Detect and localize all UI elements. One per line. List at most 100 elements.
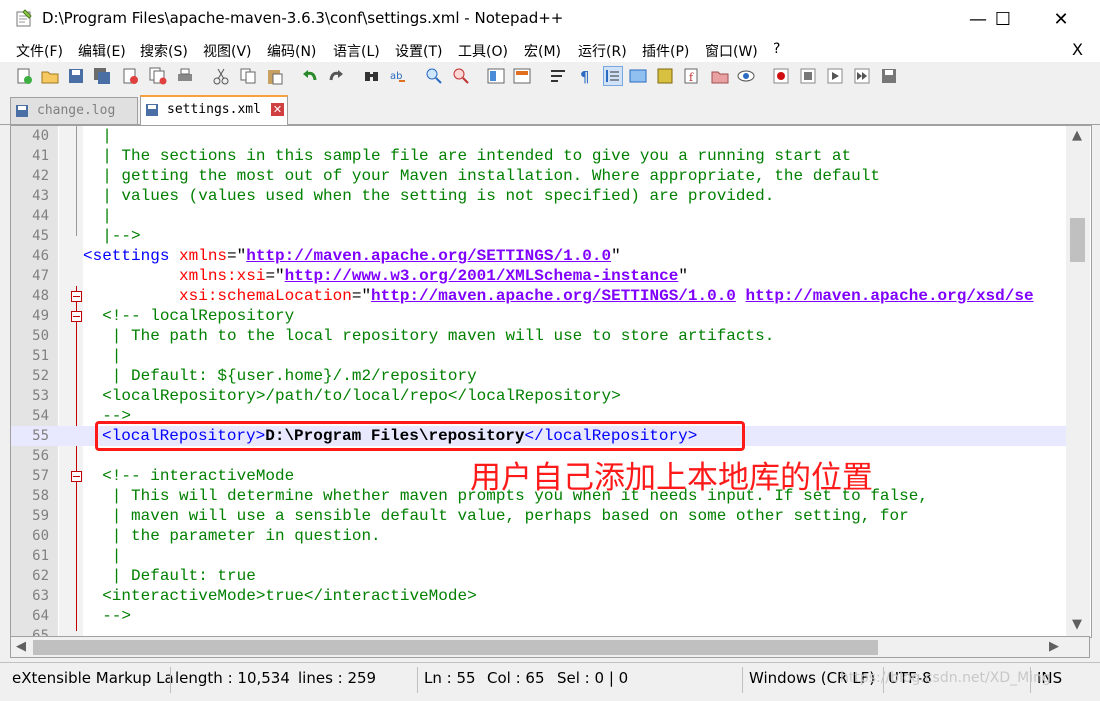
tab-label: settings.xml — [167, 102, 261, 117]
code-line: 50 | The path to the local repository ma… — [32, 327, 775, 345]
code-line: 53 <localRepository>/path/to/local/repo<… — [32, 387, 621, 405]
scrollbar-thumb[interactable] — [33, 640, 878, 655]
tab-settings-xml[interactable]: settings.xml ✕ — [140, 95, 288, 126]
scrollbar-thumb[interactable] — [1070, 218, 1085, 262]
status-length: length : 10,534 — [175, 669, 290, 687]
code-line: 40 | — [32, 127, 112, 145]
close-document-button[interactable]: X — [1072, 40, 1083, 59]
code-line: 60 | the parameter in question. — [32, 527, 381, 545]
tab-bar: change.log settings.xml ✕ — [0, 94, 1100, 126]
status-selection: Sel : 0 | 0 — [557, 669, 629, 687]
sync-horizontal-icon[interactable] — [513, 67, 531, 85]
menu-tools[interactable]: 工具(O) — [458, 41, 508, 61]
svg-text:¶: ¶ — [580, 68, 590, 85]
vertical-scrollbar[interactable]: ▲ ▼ — [1066, 126, 1090, 636]
open-file-icon[interactable] — [41, 67, 59, 85]
window-title: D:\Program Files\apache-maven-3.6.3\conf… — [42, 9, 564, 27]
code-line: 63 <interactiveMode>true</interactiveMod… — [32, 587, 477, 605]
sync-vertical-icon[interactable] — [487, 67, 505, 85]
find-icon[interactable] — [363, 67, 381, 85]
highlight-box — [95, 421, 745, 451]
scroll-up-icon[interactable]: ▲ — [1072, 128, 1082, 143]
saved-file-icon — [146, 104, 158, 116]
notepad-plus-plus-icon — [16, 9, 32, 27]
save-icon[interactable] — [67, 67, 85, 85]
undo-icon[interactable] — [301, 67, 319, 85]
status-line-number: Ln : 55 — [424, 669, 476, 687]
code-line: 44 | — [32, 207, 112, 225]
user-language-icon[interactable] — [629, 67, 647, 85]
document-map-icon[interactable] — [656, 67, 674, 85]
status-lines: lines : 259 — [298, 669, 377, 687]
close-button[interactable]: ✕ — [1038, 0, 1084, 38]
code-line: 45 |--> — [32, 227, 141, 245]
menu-file[interactable]: 文件(F) — [16, 41, 63, 61]
code-line: 47 xmlns:xsi="http://www.w3.org/2001/XML… — [32, 267, 688, 285]
menu-help[interactable]: ? — [773, 41, 780, 57]
code-line: 42 | getting the most out of your Maven … — [32, 167, 880, 185]
menu-encoding[interactable]: 编码(N) — [267, 41, 316, 61]
code-line: 49 <!-- localRepository — [32, 307, 295, 325]
status-file-type: eXtensible Markup La — [12, 669, 174, 687]
code-line: 51 | — [32, 347, 122, 365]
replace-icon[interactable]: ab — [389, 67, 407, 85]
save-macro-icon[interactable] — [880, 67, 898, 85]
print-icon[interactable] — [176, 67, 194, 85]
tab-change-log[interactable]: change.log — [10, 97, 138, 124]
scroll-left-icon[interactable]: ◀ — [16, 639, 26, 654]
status-divider — [170, 667, 171, 693]
code-line: 41 | The sections in this sample file ar… — [32, 147, 852, 165]
code-line: 43 | values (values used when the settin… — [32, 187, 775, 205]
save-all-icon[interactable] — [93, 67, 111, 85]
maximize-button[interactable]: ☐ — [980, 0, 1026, 38]
code-line: 52 | Default: ${user.home}/.m2/repositor… — [32, 367, 477, 385]
status-divider — [417, 667, 418, 693]
menu-plugins[interactable]: 插件(P) — [642, 41, 689, 61]
monitoring-eye-icon[interactable] — [737, 67, 755, 85]
saved-file-icon — [16, 105, 28, 117]
folder-workspace-icon[interactable] — [711, 67, 729, 85]
indent-guide-icon[interactable] — [603, 66, 623, 86]
zoom-in-icon[interactable] — [425, 67, 443, 85]
menu-language[interactable]: 语言(L) — [333, 41, 380, 61]
menu-view[interactable]: 视图(V) — [203, 41, 252, 61]
play-macro-icon[interactable] — [826, 67, 844, 85]
word-wrap-icon[interactable] — [549, 67, 567, 85]
menu-search[interactable]: 搜索(S) — [140, 41, 188, 61]
code-line: 64 --> — [32, 607, 132, 625]
run-macro-multiple-icon[interactable] — [853, 67, 871, 85]
cut-icon[interactable] — [212, 67, 230, 85]
new-file-icon[interactable] — [15, 67, 33, 85]
scroll-down-icon[interactable]: ▼ — [1072, 617, 1082, 632]
code-line: 48 xsi:schemaLocation="http://maven.apac… — [32, 287, 1034, 305]
close-file-icon[interactable] — [121, 67, 139, 85]
record-macro-icon[interactable] — [772, 67, 790, 85]
menu-macro[interactable]: 宏(M) — [524, 41, 561, 61]
code-line: 46 <settings xmlns="http://maven.apache.o… — [32, 247, 621, 265]
menu-settings[interactable]: 设置(T) — [395, 41, 442, 61]
status-divider — [742, 667, 743, 693]
code-line: 59 | maven will use a sensible default v… — [32, 507, 909, 525]
paste-icon[interactable] — [266, 67, 284, 85]
close-all-icon[interactable] — [149, 67, 167, 85]
code-line: 61 | — [32, 547, 122, 565]
copy-icon[interactable] — [239, 67, 257, 85]
scroll-right-icon[interactable]: ▶ — [1049, 639, 1059, 654]
title-bar: D:\Program Files\apache-maven-3.6.3\conf… — [0, 0, 1100, 38]
redo-icon[interactable] — [327, 67, 345, 85]
editor-area[interactable]: 40 | 41 | The sections in this sample fi… — [10, 125, 1092, 638]
toolbar: ab ¶ f — [0, 62, 1100, 92]
menu-window[interactable]: 窗口(W) — [705, 41, 758, 61]
status-column: Col : 65 — [487, 669, 545, 687]
menu-run[interactable]: 运行(R) — [578, 41, 627, 61]
stop-macro-icon[interactable] — [799, 67, 817, 85]
annotation-text: 用户自己添加上本地库的位置 — [470, 460, 873, 496]
menu-edit[interactable]: 编辑(E) — [78, 41, 126, 61]
menu-bar: 文件(F) 编辑(E) 搜索(S) 视图(V) 编码(N) 语言(L) 设置(T… — [0, 38, 1100, 62]
close-tab-icon[interactable]: ✕ — [271, 103, 284, 116]
zoom-out-icon[interactable] — [452, 67, 470, 85]
code-line: 62 | Default: true — [32, 567, 256, 585]
function-list-icon[interactable]: f — [683, 67, 701, 85]
horizontal-scrollbar[interactable]: ◀ ▶ — [10, 636, 1090, 658]
show-all-characters-icon[interactable]: ¶ — [576, 67, 594, 85]
